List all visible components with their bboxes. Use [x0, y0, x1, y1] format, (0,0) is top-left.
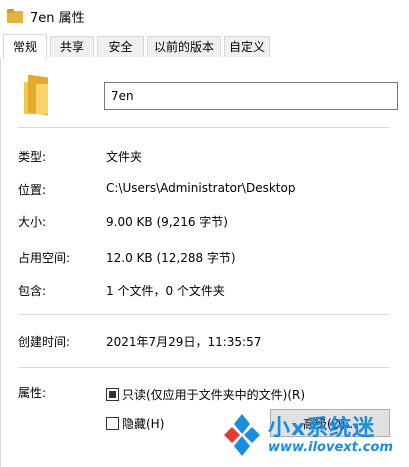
folder-icon — [7, 9, 23, 23]
tab-security[interactable]: 安全 — [97, 36, 144, 57]
type-value: 文件夹 — [106, 150, 143, 164]
tab-general[interactable]: 常规 — [3, 34, 47, 59]
created-value: 2021年7月29日，11:35:57 — [106, 335, 262, 349]
size-on-disk-value: 12.0 KB (12,288 字节) — [106, 251, 236, 265]
type-label: 类型: — [18, 150, 47, 164]
contains-label: 包含: — [18, 284, 47, 298]
size-on-disk-label: 占用空间: — [18, 251, 71, 265]
tab-customize[interactable]: 自定义 — [224, 36, 270, 57]
hidden-label[interactable]: 隐藏(H) — [122, 415, 164, 432]
tab-strip: 常规 共享 安全 以前的版本 自定义 — [0, 34, 409, 59]
advanced-button[interactable]: 高级(D)... — [270, 409, 390, 437]
title-bar: 7en 属性 — [0, 0, 409, 32]
readonly-checkbox[interactable] — [106, 388, 119, 401]
size-label: 大小: — [18, 215, 47, 229]
location-label: 位置: — [18, 183, 47, 197]
separator — [18, 127, 390, 128]
created-label: 创建时间: — [18, 335, 71, 349]
separator — [18, 314, 390, 315]
separator — [18, 367, 390, 368]
attributes-label: 属性: — [18, 386, 47, 400]
tab-sharing[interactable]: 共享 — [50, 36, 94, 57]
tab-previous-versions[interactable]: 以前的版本 — [147, 36, 221, 57]
hidden-checkbox[interactable] — [106, 417, 119, 430]
window-title: 7en 属性 — [30, 10, 85, 26]
contains-value: 1 个文件，0 个文件夹 — [106, 284, 225, 298]
size-value: 9.00 KB (9,216 字节) — [106, 215, 228, 229]
folder-name-input[interactable] — [104, 82, 398, 110]
location-value: C:\Users\Administrator\Desktop — [106, 181, 296, 195]
folder-icon — [24, 74, 48, 116]
readonly-label[interactable]: 只读(仅应用于文件夹中的文件)(R) — [122, 386, 305, 403]
